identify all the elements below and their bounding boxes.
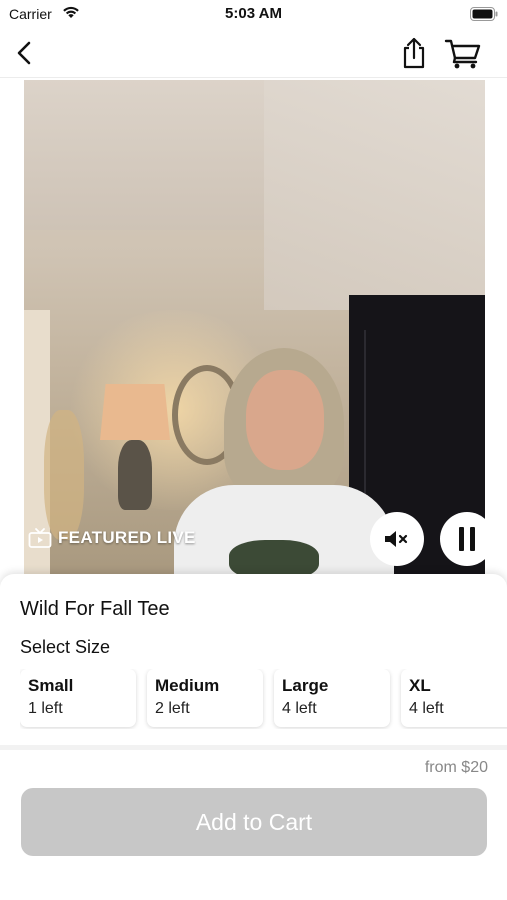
speaker-mute-icon (385, 531, 408, 547)
size-stock: 4 left (409, 700, 444, 717)
size-option-medium[interactable]: Medium 2 left (147, 669, 263, 727)
cart-button[interactable] (443, 36, 483, 70)
pause-button[interactable] (440, 512, 485, 566)
nav-bar (0, 28, 507, 78)
size-option-xl[interactable]: XL 4 left (401, 669, 507, 727)
pause-icon (459, 527, 475, 551)
product-title: Wild For Fall Tee (20, 598, 170, 620)
add-to-cart-button[interactable]: Add to Cart (21, 788, 487, 856)
back-button[interactable] (10, 38, 40, 68)
size-heading: Select Size (20, 637, 111, 657)
size-stock: 1 left (28, 700, 63, 717)
featured-live-label: FEATURED LIVE (58, 528, 196, 547)
size-name: Small (28, 676, 74, 695)
chevron-left-icon (17, 41, 31, 65)
size-option-small[interactable]: Small 1 left (20, 669, 136, 727)
divider (0, 745, 507, 750)
share-icon (403, 37, 425, 69)
mute-button[interactable] (370, 512, 424, 566)
price-label: from $20 (424, 759, 488, 776)
size-option-large[interactable]: Large 4 left (274, 669, 390, 727)
size-stock: 2 left (155, 700, 190, 717)
live-video-player[interactable]: FEATURED LIVE (24, 80, 485, 580)
clock: 5:03 AM (225, 5, 282, 22)
tv-icon (28, 528, 52, 548)
product-sheet: Wild For Fall Tee Select Size Small 1 le… (0, 574, 507, 900)
featured-live-badge: FEATURED LIVE (28, 526, 196, 550)
size-name: XL (409, 676, 431, 695)
status-bar: Carrier 5:03 AM (0, 0, 507, 28)
battery-icon (470, 7, 498, 26)
size-stock: 4 left (282, 700, 317, 717)
share-button[interactable] (398, 36, 430, 70)
cart-icon (444, 39, 481, 69)
size-options: Small 1 left Medium 2 left Large 4 left … (20, 669, 507, 729)
size-name: Large (282, 676, 329, 695)
size-name: Medium (155, 676, 220, 695)
